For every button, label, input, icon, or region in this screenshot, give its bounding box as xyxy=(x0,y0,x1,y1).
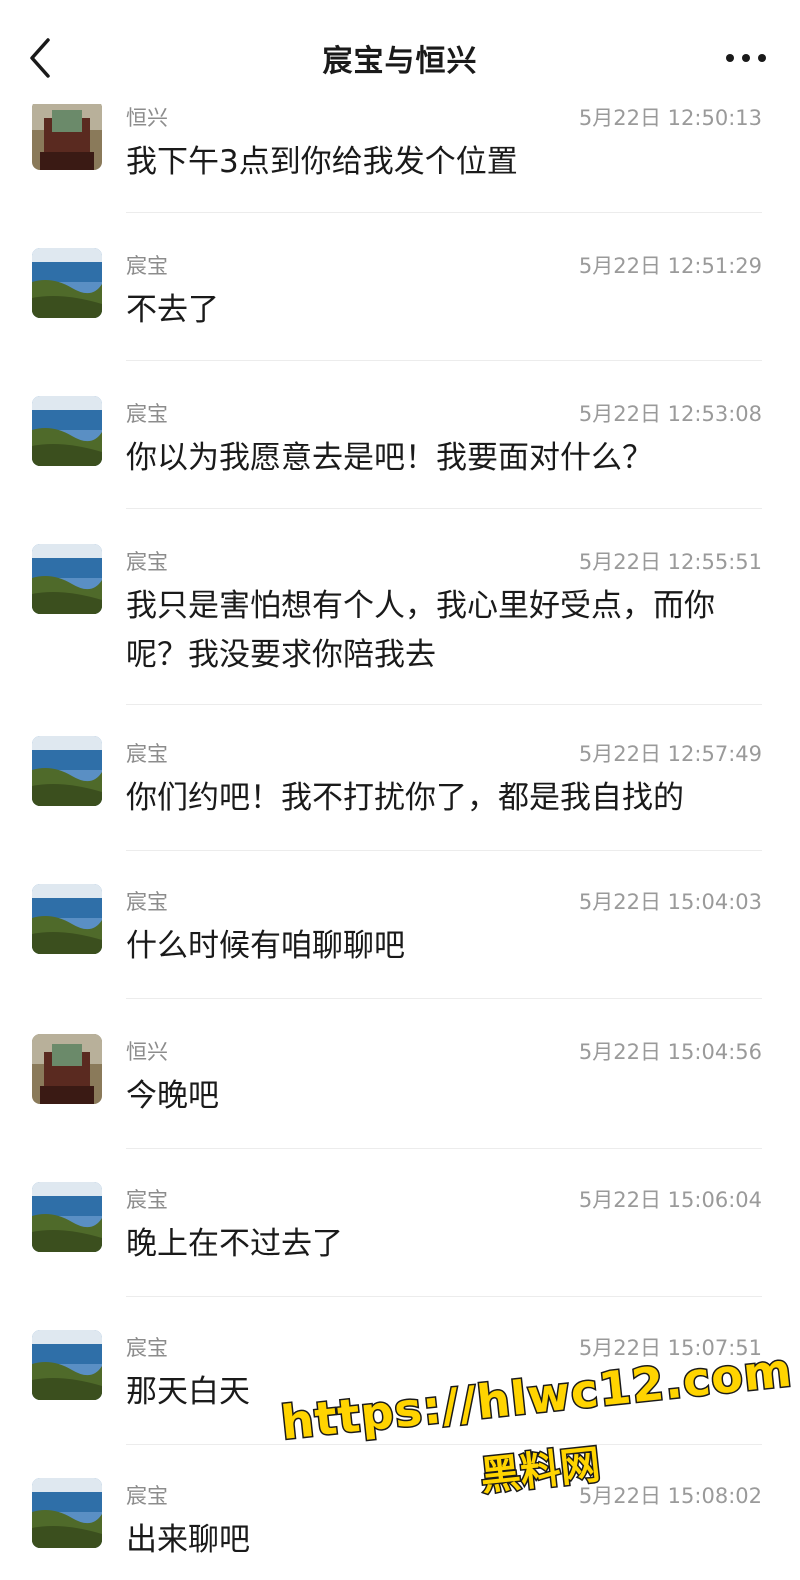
top-bar: 宸宝与恒兴 xyxy=(0,0,800,104)
message-sender: 宸宝 xyxy=(126,890,168,914)
seaside-avatar[interactable] xyxy=(32,396,102,466)
message-time: 5月22日 12:55:51 xyxy=(578,550,762,574)
message-sender: 宸宝 xyxy=(126,1484,168,1508)
message-sender: 宸宝 xyxy=(126,402,168,426)
message-item[interactable]: 恒兴 5月22日 15:04:56 今晚吧 xyxy=(0,1034,800,1182)
message-text: 你们约吧！我不打扰你了，都是我自找的 xyxy=(126,780,684,816)
message-time: 5月22日 12:57:49 xyxy=(578,742,762,766)
seaside-avatar[interactable] xyxy=(32,884,102,954)
message-list: 恒兴 5月22日 12:50:13 我下午3点到你给我发个位置 宸宝 5月22日… xyxy=(0,0,800,1580)
portrait-avatar[interactable] xyxy=(32,100,102,170)
message-sender: 宸宝 xyxy=(126,1188,168,1212)
message-divider xyxy=(126,360,762,361)
message-item[interactable]: 宸宝 5月22日 15:06:04 晚上在不过去了 xyxy=(0,1182,800,1330)
message-time: 5月22日 12:51:29 xyxy=(578,254,762,278)
message-item[interactable]: 宸宝 5月22日 15:08:02 出来聊吧 xyxy=(0,1478,800,1578)
message-time: 5月22日 15:06:04 xyxy=(578,1188,762,1212)
message-text: 晚上在不过去了 xyxy=(126,1226,343,1262)
more-dots-icon[interactable] xyxy=(722,40,770,76)
message-divider xyxy=(126,850,762,851)
message-divider xyxy=(126,1296,762,1297)
message-item[interactable]: 宸宝 5月22日 12:51:29 不去了 xyxy=(0,248,800,396)
seaside-avatar[interactable] xyxy=(32,1478,102,1548)
message-sender: 宸宝 xyxy=(126,550,168,574)
seaside-avatar[interactable] xyxy=(32,248,102,318)
message-item[interactable]: 恒兴 5月22日 12:50:13 我下午3点到你给我发个位置 xyxy=(0,100,800,248)
seaside-avatar[interactable] xyxy=(32,1330,102,1400)
message-item[interactable]: 宸宝 5月22日 12:55:51 我只是害怕想有个人，我心里好受点，而你呢？我… xyxy=(0,544,800,734)
message-item[interactable]: 宸宝 5月22日 12:57:49 你们约吧！我不打扰你了，都是我自找的 xyxy=(0,736,800,884)
message-sender: 宸宝 xyxy=(126,1336,168,1360)
message-text: 我下午3点到你给我发个位置 xyxy=(126,144,518,180)
message-text: 不去了 xyxy=(126,292,219,328)
message-text: 什么时候有咱聊聊吧 xyxy=(126,928,405,964)
message-sender: 宸宝 xyxy=(126,742,168,766)
message-item[interactable]: 宸宝 5月22日 12:53:08 你以为我愿意去是吧！我要面对什么？ xyxy=(0,396,800,544)
portrait-avatar[interactable] xyxy=(32,1034,102,1104)
message-divider xyxy=(126,212,762,213)
message-item[interactable]: 宸宝 5月22日 15:04:03 什么时候有咱聊聊吧 xyxy=(0,884,800,1032)
message-divider xyxy=(126,1444,762,1445)
message-time: 5月22日 12:50:13 xyxy=(578,106,762,130)
message-divider xyxy=(126,1148,762,1149)
message-text: 出来聊吧 xyxy=(126,1522,250,1558)
message-divider xyxy=(126,998,762,999)
message-divider xyxy=(126,508,762,509)
message-time: 5月22日 15:04:03 xyxy=(578,890,762,914)
seaside-avatar[interactable] xyxy=(32,736,102,806)
message-divider xyxy=(126,704,762,705)
message-time: 5月22日 15:04:56 xyxy=(578,1040,762,1064)
message-text: 今晚吧 xyxy=(126,1078,219,1114)
message-time: 5月22日 12:53:08 xyxy=(578,402,762,426)
message-sender: 宸宝 xyxy=(126,254,168,278)
page-title: 宸宝与恒兴 xyxy=(322,44,478,79)
seaside-avatar[interactable] xyxy=(32,1182,102,1252)
message-sender: 恒兴 xyxy=(126,106,168,130)
message-text: 你以为我愿意去是吧！我要面对什么？ xyxy=(126,440,653,476)
message-text: 我只是害怕想有个人，我心里好受点，而你呢？我没要求你陪我去 xyxy=(126,588,715,673)
message-sender: 恒兴 xyxy=(126,1040,168,1064)
seaside-avatar[interactable] xyxy=(32,544,102,614)
